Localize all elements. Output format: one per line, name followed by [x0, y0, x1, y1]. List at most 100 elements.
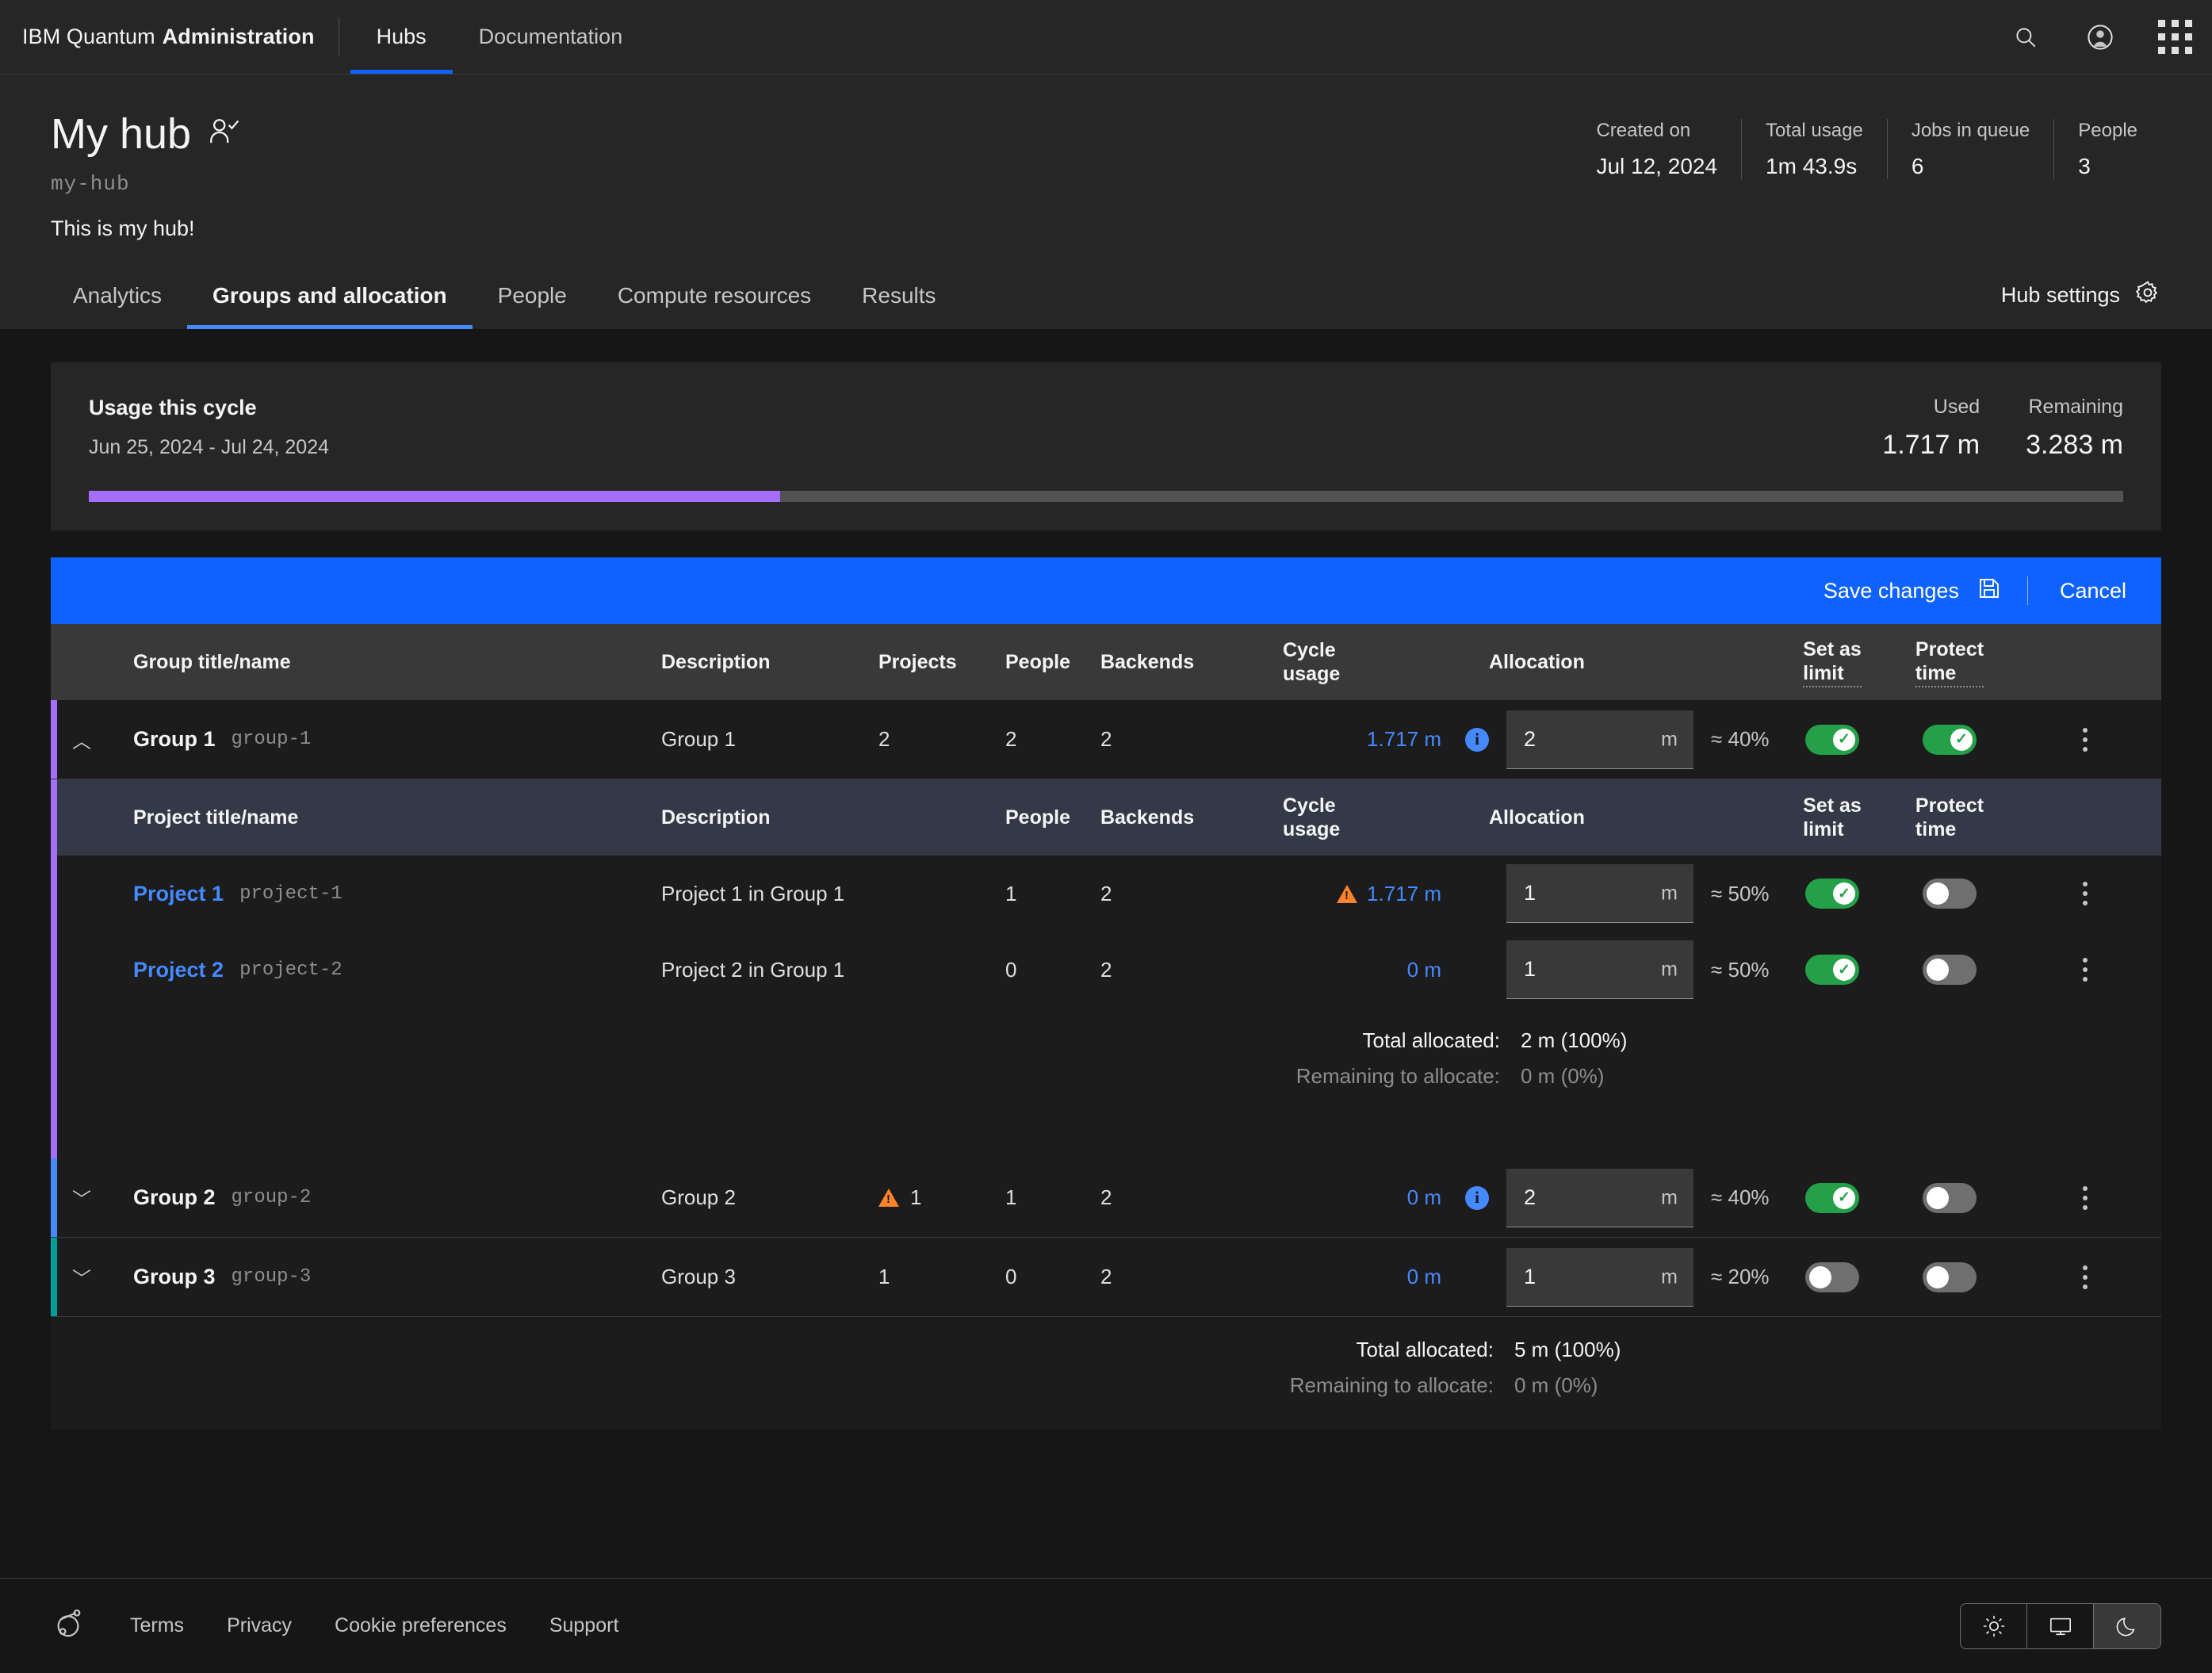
footer-link-privacy[interactable]: Privacy [227, 1614, 292, 1637]
hub-header: My hub my-hub This is my hub! Created on… [0, 75, 2212, 330]
tab-analytics[interactable]: Analytics [51, 283, 187, 329]
group-accent-bar [51, 932, 57, 1009]
protect-time-toggle[interactable] [1923, 724, 1977, 755]
user-check-icon [207, 116, 240, 153]
user-avatar-icon[interactable] [2063, 0, 2137, 74]
nav-item-documentation[interactable]: Documentation [453, 0, 649, 74]
usage-used: Used 1.717 m [1836, 396, 1980, 461]
chevron-down-icon: ﹀ [72, 1189, 91, 1212]
footer-link-support[interactable]: Support [549, 1614, 619, 1637]
footer-links: Terms Privacy Cookie preferences Support [130, 1614, 618, 1637]
project-description: Project 1 in Group 1 [661, 881, 845, 905]
project-slug: project-1 [239, 882, 343, 905]
group-accent-bar [51, 856, 57, 932]
hub-settings-button[interactable]: Hub settings [2001, 279, 2161, 329]
usage-remaining-value: 3.283 m [2026, 430, 2123, 461]
total-allocated-label: Total allocated: [1362, 1028, 1500, 1053]
overflow-menu-icon[interactable] [2083, 1185, 2088, 1210]
usage-progress-track [89, 491, 2123, 503]
col-project-backends: Backends [1100, 806, 1195, 829]
protect-time-toggle[interactable] [1923, 1182, 1977, 1213]
table-row[interactable]: ﹀ Group 3 group-3 Group 3 1 0 2 0 m m [51, 1238, 2161, 1318]
project-link[interactable]: Project 2 [133, 958, 224, 982]
brand-title[interactable]: IBM Quantum Administration [0, 0, 339, 74]
expand-group-button[interactable]: ﹀ [57, 1158, 106, 1237]
tab-people[interactable]: People [473, 283, 592, 329]
collapse-group-button[interactable]: ︿ [57, 700, 106, 779]
usage-used-label: Used [1933, 396, 1980, 419]
group-title: Group 1 [133, 727, 216, 752]
expand-group-button[interactable]: ﹀ [57, 1238, 106, 1316]
table-row[interactable]: Project 1 project-1 Project 1 in Group 1… [51, 856, 2161, 932]
remaining-to-allocate-value: 0 m (0%) [1521, 1064, 1605, 1089]
group-name-cell: Group 1 group-1 [106, 700, 661, 779]
app-root: IBM Quantum Administration Hubs Documenta… [0, 0, 2212, 1673]
moon-icon[interactable] [2094, 1603, 2160, 1648]
allocation-input[interactable] [1506, 864, 1693, 924]
allocation-percent: ≈ 40% [1711, 1185, 1770, 1210]
page-footer: Terms Privacy Cookie preferences Support [0, 1578, 2212, 1673]
info-icon[interactable]: i [1465, 1185, 1489, 1210]
search-icon[interactable] [1988, 0, 2063, 74]
col-description: Description [661, 650, 771, 673]
set-as-limit-toggle[interactable] [1805, 955, 1859, 986]
allocation-input[interactable] [1506, 710, 1693, 769]
protect-time-toggle[interactable] [1923, 1261, 1977, 1292]
sub-expand-spacer [57, 779, 106, 856]
set-as-limit-toggle[interactable] [1805, 879, 1859, 909]
project-allocation-cell: m ≈ 50% [1441, 932, 1774, 1008]
protect-time-toggle[interactable] [1923, 955, 1977, 986]
tab-groups-and-allocation[interactable]: Groups and allocation [187, 283, 473, 330]
protect-time-toggle[interactable] [1923, 879, 1977, 909]
sun-icon[interactable] [1961, 1603, 2027, 1648]
tabs: Analytics Groups and allocation People C… [51, 283, 962, 330]
table-row[interactable]: ﹀ Group 2 group-2 Group 2 1 1 2 0 m i [51, 1158, 2161, 1238]
cancel-button[interactable]: Cancel [2028, 557, 2161, 624]
grand-total-allocated-label: Total allocated: [1356, 1338, 1494, 1362]
group-projects-count: 1 [910, 1185, 922, 1210]
overflow-menu-icon[interactable] [2083, 727, 2088, 752]
allocation-input[interactable] [1506, 940, 1693, 1000]
overflow-menu-icon[interactable] [2083, 1265, 2088, 1289]
save-changes-button[interactable]: Save changes [1798, 557, 2027, 624]
group-slug: group-1 [231, 729, 312, 751]
set-as-limit-toggle[interactable] [1805, 1261, 1859, 1292]
col-cycle-usage: Cycle usage [1283, 638, 1341, 686]
total-allocated-value: 2 m (100%) [1521, 1028, 1628, 1053]
grand-remaining-to-allocate-line: Remaining to allocate: 0 m (0%) [51, 1373, 2161, 1398]
tab-results[interactable]: Results [836, 283, 961, 329]
set-as-limit-toggle[interactable] [1805, 1182, 1859, 1213]
row-actions-cell [2009, 1238, 2161, 1316]
allocation-input-wrap: m [1506, 1247, 1693, 1307]
grand-total-allocated-value: 5 m (100%) [1514, 1338, 1621, 1362]
footer-link-cookie-preferences[interactable]: Cookie preferences [335, 1614, 507, 1637]
row-actions-cell [2009, 932, 2161, 1008]
allocation-input[interactable] [1506, 1168, 1693, 1227]
set-as-limit-toggle[interactable] [1805, 724, 1859, 755]
table-row[interactable]: Project 2 project-2 Project 2 in Group 1… [51, 932, 2161, 1009]
info-icon[interactable]: i [1465, 727, 1489, 752]
project-link[interactable]: Project 1 [133, 882, 224, 906]
allocation-input-wrap: m [1506, 1168, 1693, 1227]
page-title: My hub [51, 110, 192, 158]
col-project-allocation-label: Allocation [1489, 806, 1585, 829]
col-protect-time: Protect time [1890, 624, 2009, 700]
app-switcher-icon[interactable] [2137, 0, 2212, 74]
allocation-input[interactable] [1506, 1247, 1693, 1307]
overflow-menu-icon[interactable] [2083, 958, 2088, 982]
protect-time-cell [1890, 856, 2009, 932]
project-description: Project 2 in Group 1 [661, 957, 845, 982]
accent-bar-spacer [51, 624, 57, 700]
hub-totals: Total allocated: 5 m (100%) Remaining to… [51, 1317, 2161, 1430]
nav-item-hubs[interactable]: Hubs [350, 0, 453, 74]
tab-compute-resources[interactable]: Compute resources [592, 283, 836, 329]
save-changes-label: Save changes [1823, 578, 1959, 603]
footer-link-terms[interactable]: Terms [130, 1614, 184, 1637]
stat-value: 6 [1911, 154, 1924, 178]
group-allocation-cell: m ≈ 20% [1441, 1238, 1774, 1316]
monitor-icon[interactable] [2027, 1603, 2094, 1648]
usage-remaining-label: Remaining [2028, 396, 2123, 419]
table-row[interactable]: ︿ Group 1 group-1 Group 1 2 2 2 1.717 m … [51, 700, 2161, 780]
overflow-menu-icon[interactable] [2083, 882, 2088, 906]
ibm-quantum-logo-icon [51, 1606, 86, 1645]
